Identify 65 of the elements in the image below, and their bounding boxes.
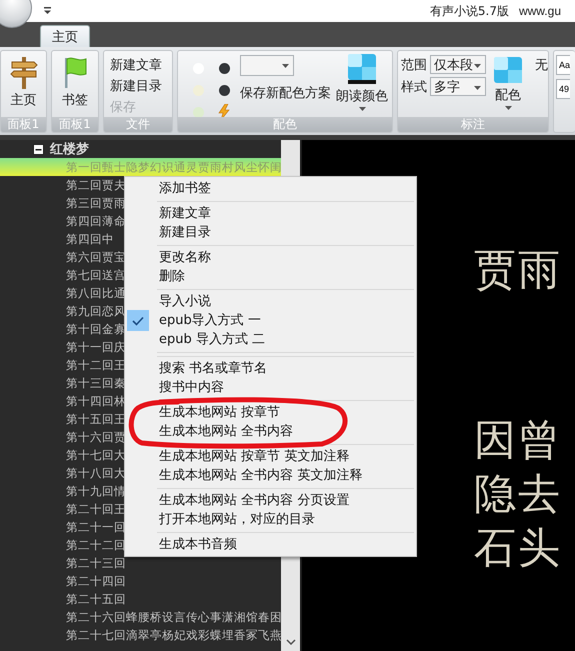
website-address: www.gu xyxy=(518,4,561,18)
field-label: 范围 xyxy=(401,56,427,74)
menu-item[interactable]: 更改名称 xyxy=(125,248,416,267)
field-label: 样式 xyxy=(401,78,427,96)
reading-text: 石头 xyxy=(474,526,563,570)
color-dot[interactable] xyxy=(192,84,204,96)
swatch-icon xyxy=(493,56,523,84)
menu-item[interactable]: epub 导入方式 二 xyxy=(125,330,416,349)
chapter-item[interactable]: 第二十三回 xyxy=(0,554,281,572)
group-label: 配色 xyxy=(178,117,392,132)
reading-text: 隐去 xyxy=(474,472,563,516)
chapter-item[interactable]: 第二十五回 xyxy=(0,590,281,608)
menu-item[interactable]: 生成本地网站 按章节 英文加注释 xyxy=(125,447,416,466)
group-label: 标注 xyxy=(398,117,548,132)
signpost-icon xyxy=(8,55,38,89)
dropdown[interactable]: 多字 xyxy=(430,77,486,96)
caret-icon xyxy=(358,107,366,111)
menu-item[interactable]: 打开本地网站，对应的目录 xyxy=(125,510,416,529)
none-label: 无 xyxy=(534,57,548,75)
caret-icon xyxy=(282,64,289,68)
color-dot[interactable] xyxy=(218,84,230,96)
menu-item[interactable]: 生成本书音频 xyxy=(125,535,416,554)
ribbon-tab[interactable]: 主页 xyxy=(40,25,90,47)
menu-item[interactable]: 新建文章 xyxy=(125,204,416,223)
menu-item[interactable]: 新建目录 xyxy=(125,223,416,242)
chapter-item[interactable]: 第二十四回 xyxy=(0,572,281,590)
lightning-icon[interactable] xyxy=(218,104,230,120)
caret-icon xyxy=(474,64,481,68)
scroll-down-icon[interactable] xyxy=(286,639,296,645)
input-field[interactable]: 49 xyxy=(556,79,570,99)
color-dot[interactable] xyxy=(192,106,204,118)
ribbon-button[interactable]: 新建文章 xyxy=(110,54,162,75)
window-title: 有声小说5.7版 xyxy=(430,2,509,20)
menu-item[interactable]: 生成本地网站 全书内容 分页设置 xyxy=(125,491,416,510)
ribbon-button[interactable]: 新建目录 xyxy=(110,75,162,96)
collapse-icon[interactable] xyxy=(33,144,44,154)
menu-item[interactable]: 生成本地网站 全书内容 xyxy=(125,422,416,441)
read-color-button[interactable]: 朗读颜色 xyxy=(332,51,392,117)
caret-icon xyxy=(504,106,512,110)
save-scheme-button[interactable]: 保存新配色方案 xyxy=(240,82,332,104)
menu-item[interactable]: 删除 xyxy=(125,267,416,286)
swatch-icon xyxy=(347,53,377,85)
group-label: 文件 xyxy=(104,117,172,132)
chapter-item[interactable]: 第二十六回蜂腰桥设言传心事潇湘馆春困 xyxy=(0,608,281,626)
color-button[interactable]: 配色 xyxy=(487,51,529,117)
input-field[interactable]: Aa xyxy=(556,55,570,75)
bookmark-button[interactable]: 书签 xyxy=(52,51,98,117)
menu-item[interactable]: 搜索 书名或章节名 xyxy=(125,359,416,378)
menu-item[interactable]: 导入小说 xyxy=(125,292,416,311)
book-title[interactable]: 红楼梦 xyxy=(50,140,89,158)
menu-item[interactable]: epub导入方式 一 xyxy=(125,311,416,330)
check-icon xyxy=(127,310,149,331)
group-label: 面板1 xyxy=(1,117,46,132)
menu-item[interactable]: 生成本地网站 全书内容 英文加注释 xyxy=(125,466,416,485)
color-dot[interactable] xyxy=(218,62,230,74)
reading-text: 因曾 xyxy=(474,418,563,462)
menu-item[interactable]: 搜书中内容 xyxy=(125,378,416,397)
home-button[interactable]: 主页 xyxy=(1,51,46,117)
menu-item[interactable]: 生成本地网站 按章节 xyxy=(125,403,416,422)
caret-icon[interactable] xyxy=(43,7,52,15)
reading-text: 贾雨 xyxy=(474,248,563,292)
dropdown[interactable]: 仅本段 xyxy=(430,55,486,74)
group-label: 面板1 xyxy=(52,117,98,132)
menu-item[interactable]: 添加书签 xyxy=(125,179,416,198)
caret-icon xyxy=(474,86,481,90)
